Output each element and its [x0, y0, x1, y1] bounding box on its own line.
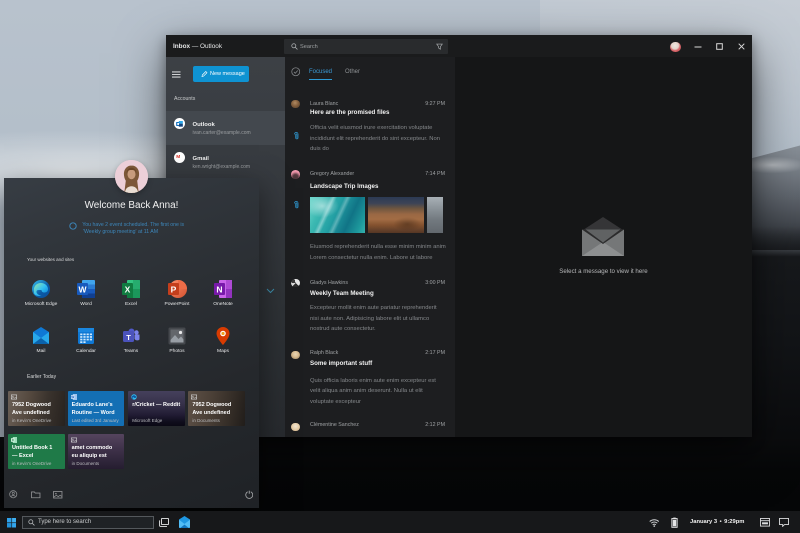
svg-text:W: W [78, 285, 87, 295]
svg-text:P: P [171, 285, 177, 295]
svg-text:W: W [71, 395, 74, 399]
svg-text:T: T [126, 332, 131, 341]
svg-text:X: X [12, 438, 14, 442]
svg-text:N: N [216, 285, 222, 295]
svg-text:X: X [125, 285, 131, 295]
